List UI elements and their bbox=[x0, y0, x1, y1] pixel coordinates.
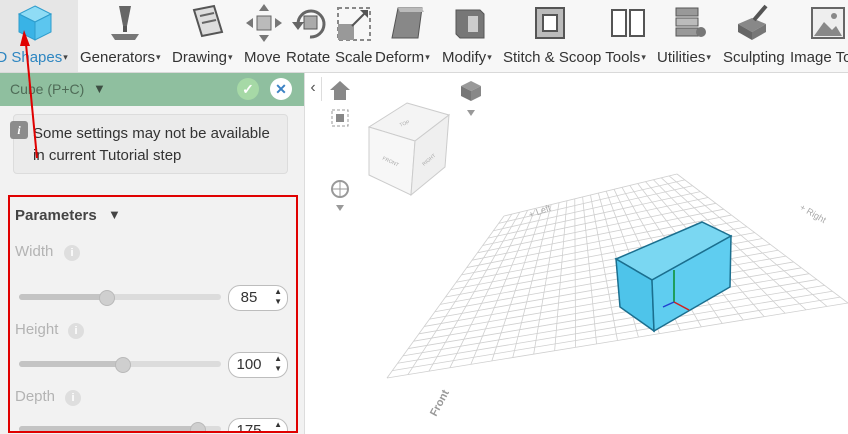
toolbar-modify-label: Modify▾ bbox=[442, 49, 492, 66]
viewport-canvas[interactable]: TOP FRONT RIGHT + Left + Right Front bbox=[305, 73, 848, 434]
toolbar-rotate-label: Rotate bbox=[286, 49, 331, 66]
height-slider-thumb[interactable] bbox=[115, 357, 132, 373]
info-icon: i bbox=[10, 121, 28, 139]
grid-label-right: + Right bbox=[798, 202, 828, 225]
toolbar-utilities-label: Utilities▾ bbox=[657, 49, 711, 66]
ok-button[interactable]: ✓ bbox=[237, 78, 259, 100]
grid-label-front: Front bbox=[428, 388, 452, 419]
toolbar-deform[interactable]: Deform▾ bbox=[374, 0, 440, 72]
panel-title: Cube (P+C) bbox=[10, 81, 85, 97]
grid-line bbox=[408, 279, 817, 349]
width-help-icon[interactable]: i bbox=[64, 245, 80, 261]
toolbar-sculpting-label: Sculpting bbox=[723, 49, 785, 66]
grid-line bbox=[413, 273, 810, 342]
toolbar-modify[interactable]: Modify▾ bbox=[440, 0, 502, 72]
toolbar-drawing[interactable]: Drawing▾ bbox=[170, 0, 242, 72]
width-value[interactable]: 85 bbox=[229, 289, 269, 306]
cube-icon bbox=[17, 5, 53, 41]
utilities-icon bbox=[675, 7, 706, 37]
3d-viewport[interactable]: TOP FRONT RIGHT + Left + Right Front bbox=[305, 73, 848, 434]
width-slider[interactable] bbox=[19, 290, 221, 306]
collapse-panel-button[interactable]: ‹ bbox=[305, 77, 322, 101]
toolbar-sculpting[interactable]: Sculpting bbox=[722, 0, 786, 72]
parameters-title: Parameters bbox=[15, 207, 97, 224]
toolbar-image-to-label: Image To bbox=[790, 49, 848, 66]
drawing-icon bbox=[192, 4, 224, 38]
width-input[interactable]: 85 ▲ ▼ bbox=[228, 285, 288, 311]
height-slider[interactable] bbox=[19, 357, 221, 373]
depth-input[interactable]: 175 ▲▼ bbox=[228, 418, 288, 431]
tutorial-notice: i Some settings may not be available in … bbox=[10, 114, 288, 174]
cube-shape[interactable] bbox=[614, 221, 733, 333]
depth-label: Depth bbox=[15, 388, 56, 405]
tutorial-notice-text: Some settings may not be available in cu… bbox=[33, 125, 270, 164]
toolbar-generators-label: Generators▾ bbox=[80, 49, 161, 66]
toolbar-scale[interactable]: Scale bbox=[334, 0, 374, 72]
toolbar-generators[interactable]: Generators▾ bbox=[78, 0, 170, 72]
toolbar-rotate[interactable]: Rotate bbox=[284, 0, 334, 72]
grid-line bbox=[402, 285, 825, 357]
main-toolbar: 3D Shapes▾ Generators▾ Drawing▾ bbox=[0, 0, 848, 73]
width-label: Width bbox=[15, 243, 54, 260]
panel-header: Cube (P+C) ▼ ✓ ✕ bbox=[0, 73, 304, 106]
height-value[interactable]: 100 bbox=[229, 356, 269, 373]
rotate-icon bbox=[292, 9, 326, 39]
toolbar-image-to[interactable]: Image To bbox=[786, 0, 848, 72]
image-to-icon bbox=[811, 7, 845, 39]
toolbar-drawing-label: Drawing▾ bbox=[172, 49, 233, 66]
close-button[interactable]: ✕ bbox=[270, 78, 292, 100]
toolbar-stitch-scoop[interactable]: Stitch & Scoop Tools▾ bbox=[502, 0, 656, 72]
grid-line bbox=[418, 267, 802, 335]
depth-slider-thumb[interactable] bbox=[189, 422, 206, 431]
grid-line bbox=[392, 296, 841, 372]
height-spinner[interactable]: ▲ ▼ bbox=[274, 354, 282, 374]
toolbar-move[interactable]: Move bbox=[242, 0, 284, 72]
height-input[interactable]: 100 ▲ ▼ bbox=[228, 352, 288, 378]
view-cube[interactable]: TOP FRONT RIGHT bbox=[367, 102, 451, 197]
sculpting-icon bbox=[738, 4, 768, 40]
deform-icon bbox=[391, 7, 424, 39]
grid-line bbox=[397, 290, 833, 364]
toolbar-stitch-scoop-label: Stitch & Scoop Tools▾ bbox=[503, 49, 646, 66]
scale-icon bbox=[337, 7, 371, 41]
fit-view-icon[interactable] bbox=[331, 109, 349, 127]
toolbar-3d-shapes[interactable]: 3D Shapes▾ bbox=[0, 0, 78, 72]
orbit-icon[interactable] bbox=[331, 180, 349, 211]
toolbar-3d-shapes-label: 3D Shapes▾ bbox=[0, 49, 68, 66]
height-label: Height bbox=[15, 321, 59, 338]
generators-icon bbox=[111, 6, 139, 40]
depth-slider[interactable] bbox=[19, 422, 221, 431]
depth-spinner[interactable]: ▲▼ bbox=[274, 420, 282, 431]
width-spinner[interactable]: ▲ ▼ bbox=[274, 287, 282, 307]
width-slider-thumb[interactable] bbox=[98, 290, 115, 306]
toolbar-utilities[interactable]: Utilities▾ bbox=[656, 0, 722, 72]
stitch-icon bbox=[611, 9, 645, 37]
stitch-scoop-icon bbox=[535, 7, 565, 39]
parameters-section: Parameters ▼ Width i 85 ▲ ▼ Height i 100 … bbox=[8, 195, 298, 433]
properties-panel: Cube (P+C) ▼ ✓ ✕ i Some settings may not… bbox=[0, 73, 305, 434]
grid-line bbox=[429, 255, 786, 320]
height-help-icon[interactable]: i bbox=[68, 323, 84, 339]
parameters-collapse-caret[interactable]: ▼ bbox=[108, 207, 121, 222]
view-mode-icon[interactable] bbox=[461, 81, 481, 116]
move-icon bbox=[246, 4, 282, 42]
toolbar-move-label: Move bbox=[244, 49, 281, 66]
modify-icon bbox=[455, 9, 485, 39]
panel-dropdown-caret[interactable]: ▼ bbox=[93, 81, 106, 96]
toolbar-deform-label: Deform▾ bbox=[375, 49, 430, 66]
home-icon[interactable] bbox=[330, 81, 350, 100]
depth-value[interactable]: 175 bbox=[229, 422, 269, 431]
toolbar-scale-label: Scale bbox=[335, 49, 373, 66]
depth-help-icon[interactable]: i bbox=[65, 390, 81, 406]
